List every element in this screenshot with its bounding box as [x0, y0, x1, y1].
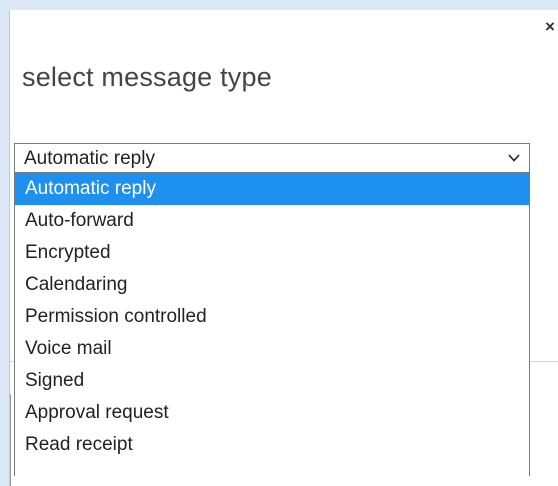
option-encrypted[interactable]: Encrypted — [15, 237, 529, 269]
message-type-select[interactable]: Automatic reply — [14, 143, 530, 173]
select-current-value: Automatic reply — [24, 148, 155, 169]
chevron-down-icon — [508, 154, 520, 162]
option-calendaring[interactable]: Calendaring — [15, 269, 529, 301]
option-auto-forward[interactable]: Auto-forward — [15, 205, 529, 237]
option-voice-mail[interactable]: Voice mail — [15, 333, 529, 365]
option-read-receipt[interactable]: Read receipt — [15, 429, 529, 461]
divider-vertical — [10, 394, 11, 486]
option-permission-controlled[interactable]: Permission controlled — [15, 301, 529, 333]
message-type-dropdown-list: Automatic reply Auto-forward Encrypted C… — [14, 173, 530, 476]
option-automatic-reply[interactable]: Automatic reply — [15, 173, 529, 205]
close-icon[interactable]: × — [542, 18, 558, 36]
dialog-title: select message type — [22, 62, 272, 92]
option-approval-request[interactable]: Approval request — [15, 397, 529, 429]
option-signed[interactable]: Signed — [15, 365, 529, 397]
